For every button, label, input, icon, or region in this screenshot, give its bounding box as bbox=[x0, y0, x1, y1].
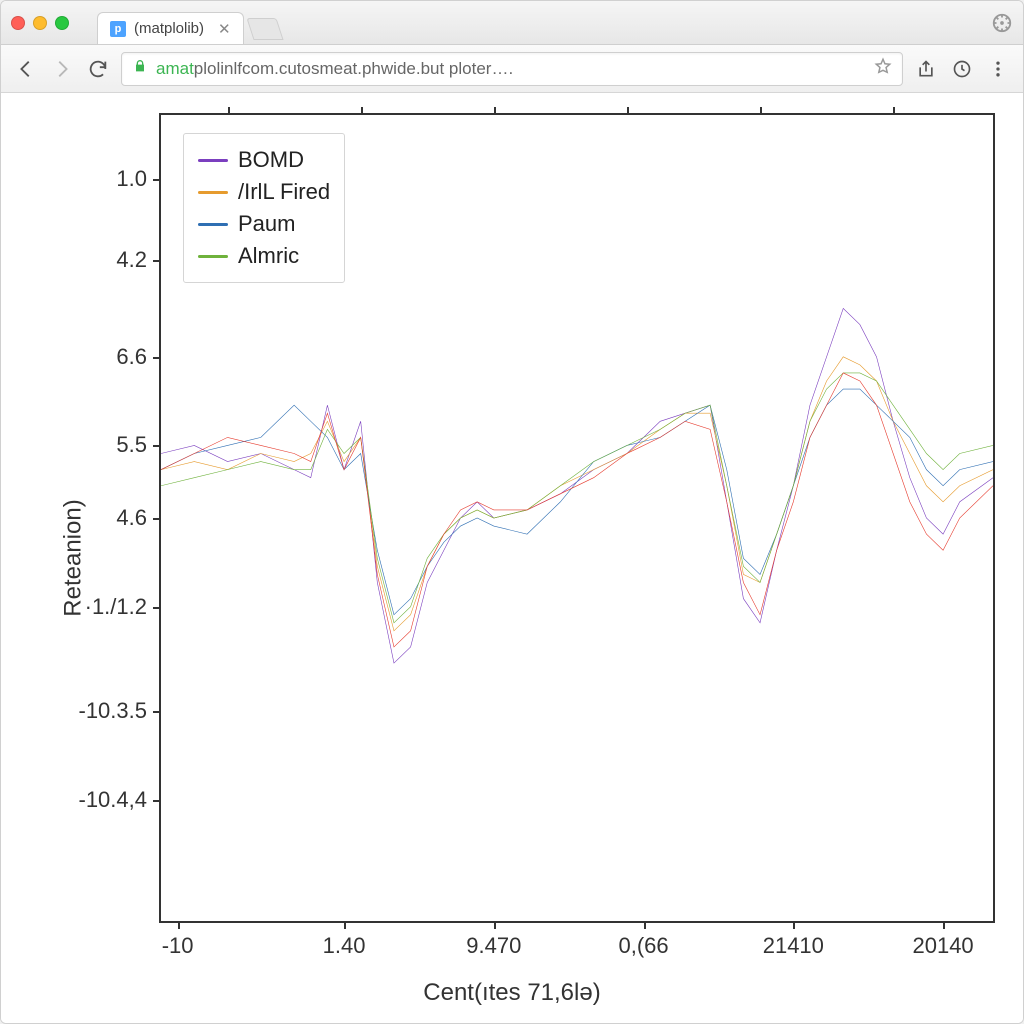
share-icon[interactable] bbox=[913, 56, 939, 82]
close-tab-button[interactable]: ✕ bbox=[218, 20, 231, 38]
y-tick-label: -10.4,4 bbox=[79, 787, 162, 813]
x-tick-label: 20140 bbox=[912, 921, 973, 959]
close-window-button[interactable] bbox=[11, 16, 25, 30]
favicon-icon: p bbox=[110, 21, 126, 37]
forward-button[interactable] bbox=[49, 56, 75, 82]
bookmark-star-icon[interactable] bbox=[874, 57, 892, 80]
new-tab-button[interactable] bbox=[246, 18, 283, 40]
window-controls bbox=[11, 16, 69, 30]
extension-icon[interactable] bbox=[991, 12, 1013, 34]
series-line bbox=[161, 373, 993, 647]
titlebar: p (matplolib) ✕ bbox=[1, 1, 1023, 45]
legend-swatch bbox=[198, 223, 228, 226]
legend-swatch bbox=[198, 255, 228, 258]
x-tick-top bbox=[760, 107, 762, 115]
legend-swatch bbox=[198, 159, 228, 162]
x-tick-label: 9.470 bbox=[466, 921, 521, 959]
tab-strip: p (matplolib) ✕ bbox=[97, 1, 280, 44]
tab-title: (matplolib) bbox=[134, 20, 204, 37]
series-line bbox=[161, 357, 993, 631]
x-tick-label: 1.40 bbox=[323, 921, 366, 959]
legend-item: BOMD bbox=[198, 144, 330, 176]
legend-label: /IrlL Fired bbox=[238, 179, 330, 205]
legend-item: /IrlL Fired bbox=[198, 176, 330, 208]
back-button[interactable] bbox=[13, 56, 39, 82]
url-text: amatplolinlfcom.cutosmeat.phwide.but plo… bbox=[156, 59, 866, 79]
plot-axes: BOMD/IrlL FiredPaumAlmric 1.04.26.65.54.… bbox=[159, 113, 995, 923]
legend-label: Paum bbox=[238, 211, 295, 237]
browser-window: p (matplolib) ✕ ama bbox=[0, 0, 1024, 1024]
y-tick-label: 4.6 bbox=[116, 505, 161, 531]
x-tick-label: 0,(66 bbox=[618, 921, 668, 959]
x-tick-top bbox=[361, 107, 363, 115]
x-tick-label: -10 bbox=[162, 921, 194, 959]
series-line bbox=[161, 373, 993, 623]
reload-button[interactable] bbox=[85, 56, 111, 82]
y-tick-label: 4.2 bbox=[116, 247, 161, 273]
y-axis-label: Reteanion) bbox=[60, 499, 88, 616]
page-content: Reteanion) Cent(ıtes 71,6lə) BOMD/IrlL F… bbox=[1, 93, 1023, 1023]
x-tick-label: 21410 bbox=[763, 921, 824, 959]
matplotlib-figure: Reteanion) Cent(ıtes 71,6lə) BOMD/IrlL F… bbox=[9, 103, 1015, 1013]
menu-icon[interactable] bbox=[985, 56, 1011, 82]
x-tick-top bbox=[228, 107, 230, 115]
legend-item: Almric bbox=[198, 240, 330, 272]
legend-swatch bbox=[198, 191, 228, 194]
x-axis-label: Cent(ıtes 71,6lə) bbox=[9, 979, 1015, 1007]
y-tick-label: 1.0 bbox=[116, 166, 161, 192]
x-tick-top bbox=[494, 107, 496, 115]
minimize-window-button[interactable] bbox=[33, 16, 47, 30]
x-tick-top bbox=[893, 107, 895, 115]
y-tick-label: 5.5 bbox=[116, 432, 161, 458]
lock-icon bbox=[132, 58, 148, 79]
x-tick-top bbox=[627, 107, 629, 115]
y-tick-label: 6.6 bbox=[116, 344, 161, 370]
address-bar[interactable]: amatplolinlfcom.cutosmeat.phwide.but plo… bbox=[121, 52, 903, 86]
legend-item: Paum bbox=[198, 208, 330, 240]
legend-label: BOMD bbox=[238, 147, 304, 173]
series-line bbox=[161, 389, 993, 615]
y-tick-label: ·1./1.2 bbox=[85, 594, 161, 620]
toolbar: amatplolinlfcom.cutosmeat.phwide.but plo… bbox=[1, 45, 1023, 93]
tab-active[interactable]: p (matplolib) ✕ bbox=[97, 12, 244, 44]
legend: BOMD/IrlL Fired Paum Almric bbox=[183, 133, 345, 283]
legend-label: Almric bbox=[238, 243, 299, 269]
history-icon[interactable] bbox=[949, 56, 975, 82]
maximize-window-button[interactable] bbox=[55, 16, 69, 30]
y-tick-label: -10.3.5 bbox=[79, 698, 162, 724]
